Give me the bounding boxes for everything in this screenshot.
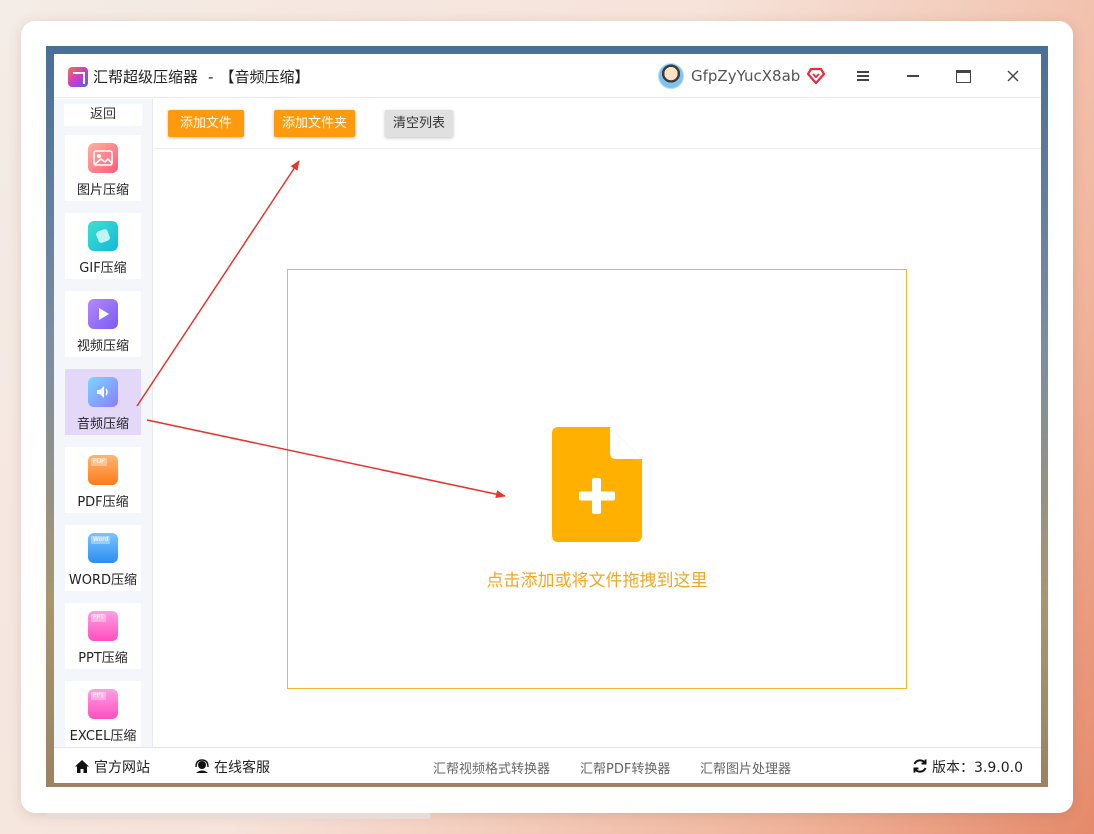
title-separator: -	[208, 68, 214, 86]
version-label: 版本：3.9.0.0	[932, 760, 1023, 776]
sidebar-item-label: 视频压缩	[76, 339, 129, 354]
footer: 官方网站 在线客服 汇帮视频格式转换器 汇帮PDF转换器 汇帮图片处理器 版本：…	[54, 747, 1041, 783]
sidebar-item-word[interactable]: Word WORD压缩	[65, 525, 141, 591]
maximize-icon	[955, 69, 971, 83]
sidebar-item-label: WORD压缩	[68, 573, 138, 588]
excel-doc-icon: PPT	[88, 689, 118, 719]
add-folder-button[interactable]: 添加文件夹	[274, 110, 355, 137]
product-link-image-processor[interactable]: 汇帮图片处理器	[700, 758, 791, 777]
version-info[interactable]: 版本：3.9.0.0	[912, 757, 1023, 777]
sidebar-item-label: 音频压缩	[76, 417, 129, 432]
close-button[interactable]	[999, 63, 1027, 89]
toolbar: 添加文件 添加文件夹 清空列表	[154, 99, 1041, 149]
sidebar-item-ppt[interactable]: PPT PPT压缩	[65, 603, 141, 669]
sidebar-item-label: GIF压缩	[79, 261, 127, 276]
vip-diamond-icon[interactable]	[806, 65, 826, 85]
pdf-doc-icon: PDF	[88, 455, 118, 485]
title-bar: 汇帮超级压缩器 - 【音频压缩】 GfpZyYucX8ab	[54, 54, 1041, 98]
sidebar-item-label: PDF压缩	[77, 495, 129, 510]
image-icon	[88, 143, 118, 173]
clear-list-button[interactable]: 清空列表	[385, 110, 453, 137]
back-button[interactable]: 返回	[64, 104, 142, 126]
online-service-link[interactable]: 在线客服	[194, 757, 270, 777]
hamburger-icon	[857, 75, 869, 77]
sidebar-item-gif[interactable]: GIF压缩	[65, 213, 141, 279]
drop-hint-text: 点击添加或将文件拖拽到这里	[486, 571, 708, 591]
refresh-icon	[913, 759, 927, 773]
close-icon	[1007, 70, 1019, 82]
ppt-doc-icon: PPT	[88, 611, 118, 641]
menu-button[interactable]	[849, 63, 877, 89]
sidebar-item-excel[interactable]: PPT EXCEL压缩	[65, 681, 141, 747]
sidebar-item-image[interactable]: 图片压缩	[65, 135, 141, 201]
official-website-label: 官方网站	[94, 760, 150, 776]
audio-speaker-icon	[88, 377, 118, 407]
sidebar: 返回 图片压缩 GIF压缩 视频压缩 音频压缩 PDF PDF压缩 Word W…	[54, 99, 153, 747]
home-icon	[75, 760, 89, 773]
add-file-button[interactable]: 添加文件	[168, 110, 244, 137]
video-play-icon	[88, 299, 118, 329]
online-service-label: 在线客服	[214, 760, 270, 776]
username[interactable]: GfpZyYucX8ab	[691, 67, 800, 85]
app-name: 汇帮超级压缩器	[93, 68, 199, 86]
gif-icon	[88, 221, 118, 251]
minimize-button[interactable]	[899, 63, 927, 89]
window-title: 汇帮超级压缩器 - 【音频压缩】	[93, 66, 309, 87]
doc-tag: Word	[91, 536, 111, 544]
app-logo-icon	[68, 67, 88, 87]
avatar[interactable]	[658, 63, 684, 89]
sidebar-item-label: PPT压缩	[78, 651, 128, 666]
sidebar-item-pdf[interactable]: PDF PDF压缩	[65, 447, 141, 513]
doc-tag: PDF	[91, 458, 107, 466]
sidebar-item-audio[interactable]: 音频压缩	[65, 369, 141, 435]
sidebar-item-label: 图片压缩	[76, 183, 129, 198]
card-shadow-strip	[46, 813, 431, 819]
maximize-button[interactable]	[949, 63, 977, 89]
file-drop-zone[interactable]: 点击添加或将文件拖拽到这里	[287, 269, 907, 689]
sidebar-item-label: EXCEL压缩	[69, 729, 137, 744]
sidebar-item-video[interactable]: 视频压缩	[65, 291, 141, 357]
minimize-icon	[907, 75, 919, 77]
product-link-video-converter[interactable]: 汇帮视频格式转换器	[433, 758, 550, 777]
customer-service-icon	[195, 759, 209, 773]
app-window: 汇帮超级压缩器 - 【音频压缩】 GfpZyYucX8ab 返回 图片压缩 GIF压…	[54, 54, 1041, 783]
product-link-pdf-converter[interactable]: 汇帮PDF转换器	[580, 758, 670, 777]
doc-tag: PPT	[91, 692, 106, 700]
doc-tag: PPT	[91, 614, 106, 622]
official-website-link[interactable]: 官方网站	[74, 757, 150, 777]
module-name: 【音频压缩】	[219, 68, 310, 86]
add-file-icon	[552, 427, 642, 542]
word-doc-icon: Word	[88, 533, 118, 563]
